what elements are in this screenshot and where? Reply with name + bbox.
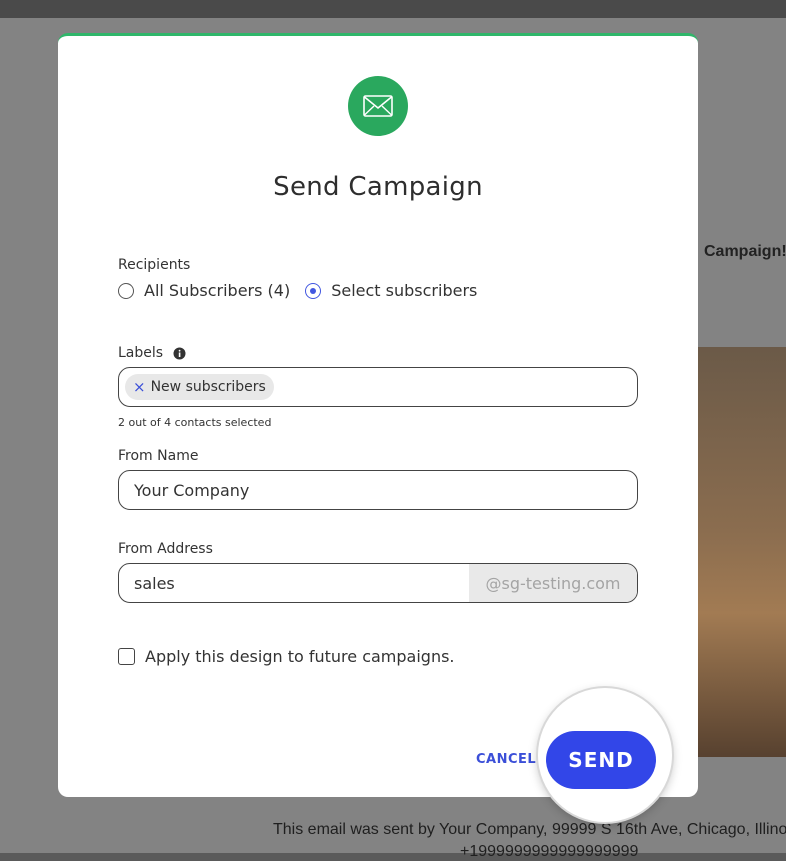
top-bar [0,0,786,18]
background-photo [698,347,786,757]
from-address-input[interactable]: sales @sg-testing.com [118,563,638,603]
background-heading: Campaign! [704,243,786,260]
send-button[interactable]: SEND [546,731,656,789]
dialog-title: Send Campaign [273,172,483,202]
apply-design-row: Apply this design to future campaigns. [118,647,455,666]
labels-label: Labels [118,345,164,361]
from-address-value: sales [134,573,175,593]
cancel-button[interactable]: CANCEL [476,752,536,767]
recipients-radio-group: All Subscribers (4) Select subscribers [118,281,477,300]
from-name-value: Your Company [134,480,250,500]
recipients-label: Recipients [118,257,191,273]
background-footer-phone: +1999999999999999999 [460,843,639,860]
from-name-input[interactable]: Your Company [118,470,638,510]
from-address-domain-suffix: @sg-testing.com [469,564,637,602]
apply-design-label[interactable]: Apply this design to future campaigns. [145,647,455,666]
info-icon[interactable] [173,347,186,360]
envelope-icon [348,76,408,136]
apply-design-checkbox[interactable] [118,648,135,665]
radio-all-subscribers[interactable] [118,282,134,299]
selection-count-hint: 2 out of 4 contacts selected [118,416,272,429]
send-campaign-dialog: Send Campaign Recipients All Subscribers… [58,33,698,822]
radio-all-subscribers-label[interactable]: All Subscribers (4) [144,281,290,300]
from-address-label: From Address [118,541,213,557]
from-name-label: From Name [118,448,199,464]
labels-select-input[interactable]: × New subscribers [118,367,638,407]
remove-chip-icon[interactable]: × [133,378,146,396]
labels-label-row: Labels [118,345,186,361]
label-chip: × New subscribers [125,374,274,400]
label-chip-text: New subscribers [150,379,266,395]
radio-select-subscribers-label[interactable]: Select subscribers [331,281,477,300]
radio-select-subscribers[interactable] [305,282,322,299]
background-footer-address: This email was sent by Your Company, 999… [273,821,786,838]
